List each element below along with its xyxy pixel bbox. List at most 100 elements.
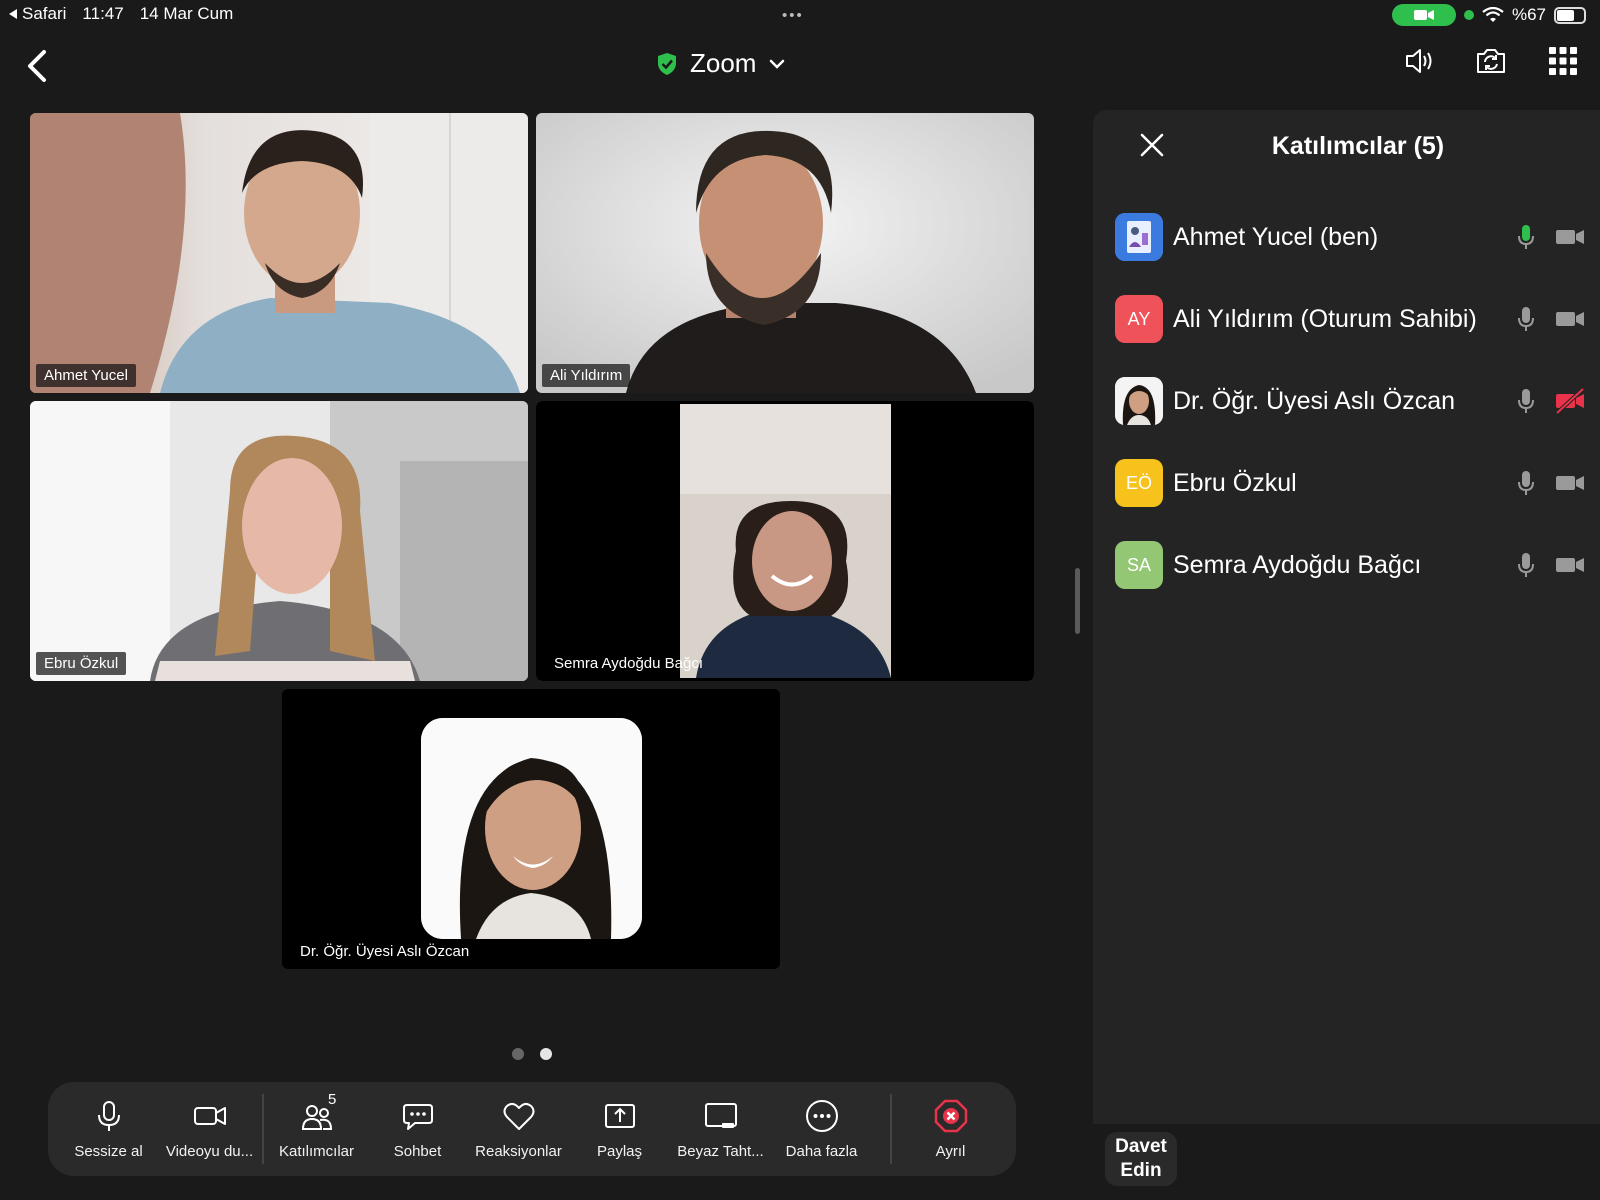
microphone-active-icon[interactable] bbox=[1511, 222, 1541, 252]
toolbar-divider bbox=[262, 1094, 264, 1164]
back-triangle-icon bbox=[9, 9, 17, 19]
wifi-icon bbox=[1482, 6, 1504, 22]
tile-name-tag: Ebru Özkul bbox=[36, 652, 127, 675]
video-camera-icon[interactable] bbox=[1555, 550, 1585, 580]
avatar bbox=[1115, 377, 1163, 425]
battery-percent: %67 bbox=[1511, 5, 1546, 24]
panel-title: Katılımcılar (5) bbox=[1271, 132, 1445, 160]
video-off-icon[interactable] bbox=[1555, 386, 1585, 416]
video-tile-ahmet[interactable]: Ahmet Yucel bbox=[30, 113, 528, 393]
chat-button[interactable]: Sohbet bbox=[367, 1099, 468, 1160]
battery-icon bbox=[1554, 6, 1586, 24]
leave-icon bbox=[934, 1099, 967, 1132]
participant-status bbox=[1511, 386, 1585, 416]
participant-row[interactable]: Dr. Öğr. Üyesi Aslı Özcan bbox=[1115, 360, 1585, 442]
video-tile-ali[interactable]: Ali Yıldırım bbox=[536, 113, 1034, 393]
tile-name-tag: Semra Aydoğdu Bağcı bbox=[554, 655, 703, 672]
microphone-icon[interactable] bbox=[1511, 468, 1541, 498]
status-bar: Safari 11:47 14 Mar Cum ••• %67 bbox=[0, 0, 1600, 30]
whiteboard-label: Beyaz Taht... bbox=[677, 1142, 764, 1160]
status-date: 14 Mar Cum bbox=[139, 4, 234, 23]
status-time: 11:47 bbox=[82, 4, 124, 23]
status-left: Safari 11:47 14 Mar Cum bbox=[8, 4, 233, 24]
panel-footer: Davet Edin bbox=[1093, 1124, 1600, 1200]
video-camera-icon[interactable] bbox=[1555, 468, 1585, 498]
header-actions bbox=[1402, 44, 1580, 78]
participant-video bbox=[536, 401, 1034, 681]
speaker-icon[interactable] bbox=[1402, 44, 1436, 78]
share-button[interactable]: Paylaş bbox=[569, 1099, 670, 1160]
leave-label: Ayrıl bbox=[935, 1142, 966, 1160]
tile-name-tag: Ahmet Yucel bbox=[36, 364, 136, 387]
microphone-icon[interactable] bbox=[1511, 304, 1541, 334]
avatar-initials: EÖ bbox=[1125, 472, 1152, 493]
video-tile-asli[interactable]: Dr. Öğr. Üyesi Aslı Özcan bbox=[282, 689, 780, 969]
participants-label: Katılımcılar bbox=[278, 1142, 354, 1160]
video-camera-icon[interactable] bbox=[1555, 304, 1585, 334]
participant-name: Ebru Özkul bbox=[1173, 468, 1297, 497]
participant-name: Semra Aydoğdu Bağcı bbox=[1173, 550, 1422, 579]
page-dot-active[interactable] bbox=[540, 1048, 552, 1060]
profile-picture bbox=[421, 718, 642, 939]
invite-button[interactable]: Davet Edin bbox=[1105, 1132, 1177, 1186]
participant-status bbox=[1511, 468, 1585, 498]
avatar-initials: AY bbox=[1127, 308, 1151, 329]
participant-row[interactable]: AY Ali Yıldırım (Oturum Sahibi) bbox=[1115, 278, 1585, 360]
participant-row[interactable]: Ahmet Yucel (ben) bbox=[1115, 196, 1585, 278]
reactions-button[interactable]: Reaksiyonlar bbox=[468, 1099, 569, 1160]
heart-icon bbox=[503, 1102, 534, 1130]
participant-row[interactable]: EÖ Ebru Özkul bbox=[1115, 442, 1585, 524]
grid-menu-icon[interactable] bbox=[1546, 44, 1580, 78]
share-screen-icon bbox=[604, 1103, 635, 1128]
stop-video-button[interactable]: Videoyu du... bbox=[159, 1099, 260, 1160]
share-label: Paylaş bbox=[596, 1142, 643, 1160]
participant-name: Ahmet Yucel (ben) bbox=[1173, 222, 1379, 251]
meeting-title: Zoom bbox=[690, 48, 757, 78]
switch-camera-icon[interactable] bbox=[1474, 44, 1508, 78]
participants-count-badge: 5 bbox=[328, 1090, 337, 1108]
leave-button[interactable]: Ayrıl bbox=[900, 1099, 1001, 1160]
meeting-title-dropdown[interactable]: Zoom bbox=[656, 48, 786, 79]
camera-in-use-icon bbox=[1391, 4, 1456, 26]
video-label: Videoyu du... bbox=[165, 1142, 254, 1160]
participant-video bbox=[536, 113, 1034, 393]
participant-status bbox=[1511, 304, 1585, 334]
chevron-down-icon bbox=[770, 59, 785, 69]
tile-name-tag: Ali Yıldırım bbox=[542, 364, 631, 387]
chat-label: Sohbet bbox=[393, 1142, 442, 1160]
avatar: EÖ bbox=[1115, 459, 1163, 507]
mute-button[interactable]: Sessize al bbox=[58, 1099, 159, 1160]
participant-row[interactable]: SA Semra Aydoğdu Bağcı bbox=[1115, 524, 1585, 606]
more-label: Daha fazla bbox=[785, 1142, 858, 1160]
back-chevron-icon[interactable] bbox=[22, 46, 52, 86]
reactions-label: Reaksiyonlar bbox=[475, 1142, 562, 1160]
participant-name: Ali Yıldırım (Oturum Sahibi) bbox=[1173, 304, 1477, 333]
page-dot[interactable] bbox=[512, 1048, 524, 1060]
avatar bbox=[1115, 213, 1163, 261]
participant-video bbox=[30, 401, 528, 681]
shield-check-icon bbox=[658, 52, 676, 75]
microphone-icon bbox=[97, 1100, 120, 1131]
avatar-initials: SA bbox=[1126, 554, 1151, 575]
more-button[interactable]: Daha fazla bbox=[771, 1099, 872, 1160]
split-view-handle[interactable] bbox=[1075, 568, 1080, 634]
video-camera-icon[interactable] bbox=[1555, 222, 1585, 252]
whiteboard-button[interactable]: Beyaz Taht... bbox=[670, 1099, 771, 1160]
participant-name: Dr. Öğr. Üyesi Aslı Özcan bbox=[1173, 386, 1456, 415]
toolbar-divider bbox=[890, 1094, 892, 1164]
video-tile-ebru[interactable]: Ebru Özkul bbox=[30, 401, 528, 681]
microphone-icon[interactable] bbox=[1511, 386, 1541, 416]
tile-name-tag: Dr. Öğr. Üyesi Aslı Özcan bbox=[300, 943, 470, 960]
participant-video bbox=[30, 113, 528, 393]
mute-label: Sessize al bbox=[74, 1142, 143, 1160]
more-dots-icon bbox=[805, 1099, 838, 1132]
meeting-toolbar: Sessize al Videoyu du... 5 Katılımcılar … bbox=[48, 1082, 1016, 1176]
microphone-icon[interactable] bbox=[1511, 550, 1541, 580]
video-tile-semra[interactable]: Semra Aydoğdu Bağcı bbox=[536, 401, 1034, 681]
avatar: AY bbox=[1115, 295, 1163, 343]
participants-button[interactable]: 5 Katılımcılar bbox=[266, 1091, 367, 1160]
page-indicator[interactable] bbox=[512, 1048, 552, 1060]
multitasking-dots[interactable]: ••• bbox=[782, 7, 804, 24]
back-app-label: Safari bbox=[22, 4, 67, 23]
back-to-app[interactable]: Safari bbox=[8, 4, 66, 24]
